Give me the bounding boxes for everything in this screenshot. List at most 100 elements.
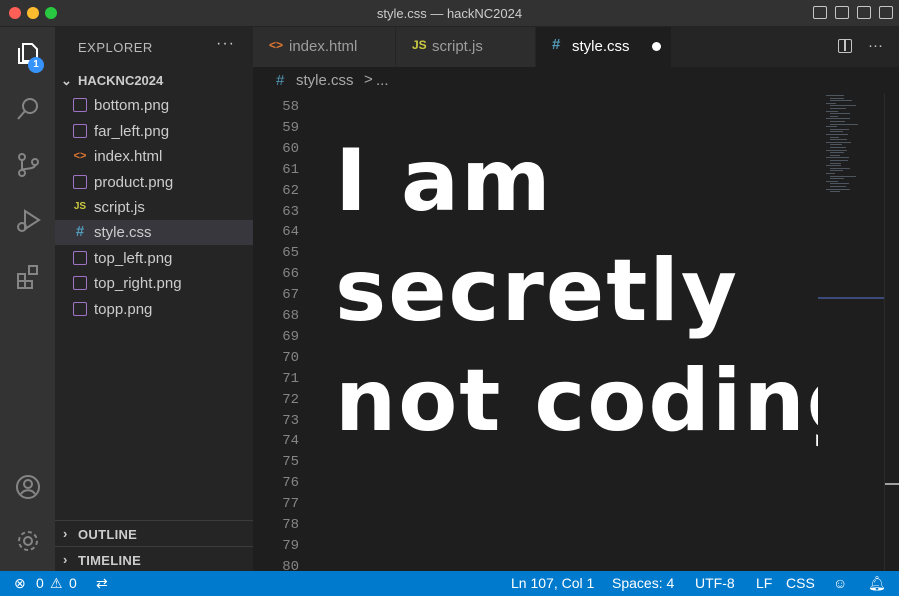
minimap-line <box>830 105 856 107</box>
feedback-icon[interactable]: ☺ <box>833 575 847 591</box>
code-editor[interactable]: 58 59 60 61 62 63 64 65 66 67 68 69 70 71 72 73 74 75 76 77… <box>253 93 818 571</box>
breadcrumb: # style.css > ... <box>253 67 899 93</box>
file-item[interactable]: topp.png <box>55 297 253 322</box>
file-item[interactable]: <> index.html <box>55 144 253 169</box>
file-item[interactable]: JS script.js <box>55 195 253 220</box>
minimap-line <box>830 131 843 133</box>
line-number: 68 <box>282 308 299 324</box>
minimap-line <box>826 173 835 174</box>
run-debug-icon <box>16 209 41 232</box>
error-count[interactable]: 0 <box>36 575 44 591</box>
live-share-icon[interactable]: ⇄ <box>96 575 108 592</box>
image-file-icon <box>73 124 87 138</box>
search-activity-button[interactable] <box>0 85 55 133</box>
minimap-line <box>830 121 845 122</box>
breadcrumb-symbols[interactable]: ... <box>376 72 389 89</box>
split-editor-icon[interactable] <box>838 38 852 53</box>
js-file-icon: JS <box>73 201 87 212</box>
line-number: 62 <box>282 182 299 199</box>
line-number: 69 <box>282 328 299 345</box>
tab-label: index.html <box>289 38 358 55</box>
tab-script-js[interactable]: JS script.js <box>396 27 536 67</box>
editor-tab-bar: <> index.html JS script.js # style.css ·… <box>253 27 899 67</box>
end-of-line[interactable]: LF <box>756 575 772 591</box>
manage-activity-button[interactable] <box>0 517 55 565</box>
tab-label: script.js <box>432 38 483 55</box>
extensions-activity-button[interactable] <box>0 253 55 301</box>
activity-bar: 1 <box>0 27 55 571</box>
gear-icon <box>17 531 38 551</box>
js-file-icon: JS <box>412 38 427 52</box>
outline-section[interactable]: › OUTLINE <box>55 520 253 546</box>
editor-actions: ··· <box>838 37 883 54</box>
image-file-icon <box>73 276 87 290</box>
breadcrumb-file[interactable]: style.css <box>296 72 354 89</box>
customize-layout-icon[interactable] <box>879 6 893 19</box>
toggle-sidebar-icon[interactable] <box>813 6 827 19</box>
toggle-panel-icon[interactable] <box>835 6 849 19</box>
minimap-line <box>830 186 846 187</box>
chevron-right-icon: › <box>63 526 68 541</box>
workspace-folder[interactable]: ⌄ HACKNC2024 <box>55 69 253 91</box>
file-item[interactable]: product.png <box>55 170 253 195</box>
explorer-activity-button[interactable]: 1 <box>0 29 55 77</box>
file-item[interactable]: top_left.png <box>55 246 253 271</box>
chevron-down-icon: ⌄ <box>61 73 72 88</box>
cursor-position[interactable]: Ln 107, Col 1 <box>511 575 594 591</box>
warning-count[interactable]: 0 <box>69 575 77 591</box>
unsaved-dot-icon[interactable] <box>652 42 661 51</box>
more-actions-button[interactable]: ··· <box>216 35 235 53</box>
minimap-line <box>830 108 846 109</box>
minimap-line <box>830 152 844 154</box>
image-file-icon <box>73 98 87 112</box>
file-item[interactable]: top_right.png <box>55 271 253 296</box>
more-actions-icon[interactable]: ··· <box>868 37 883 54</box>
toggle-secondary-sidebar-icon[interactable] <box>857 6 871 19</box>
minimap[interactable] <box>818 93 884 571</box>
run-debug-activity-button[interactable] <box>0 197 55 245</box>
file-name: bottom.png <box>94 97 170 114</box>
window-title: style.css — hackNC2024 <box>376 6 523 21</box>
timeline-section[interactable]: › TIMELINE <box>55 546 253 572</box>
tab-label: style.css <box>572 38 630 55</box>
minimap-line <box>830 175 856 177</box>
minimap-line <box>826 157 849 159</box>
encoding[interactable]: UTF-8 <box>695 575 735 591</box>
minimap-line <box>826 141 851 143</box>
file-name: style.css <box>94 224 152 241</box>
line-number: 58 <box>282 99 299 115</box>
minimap-line <box>826 188 850 190</box>
minimap-line <box>830 123 858 125</box>
explorer-sidebar: EXPLORER ··· ⌄ HACKNC2024 bottom.png far… <box>55 27 253 571</box>
file-item-active[interactable]: # style.css <box>55 220 253 245</box>
explorer-badge: 1 <box>28 57 44 73</box>
minimap-line <box>826 149 847 151</box>
source-control-activity-button[interactable] <box>0 141 55 189</box>
folder-name: HACKNC2024 <box>78 73 164 88</box>
line-number: 61 <box>282 161 299 178</box>
indentation[interactable]: Spaces: 4 <box>612 575 674 591</box>
vertical-scrollbar[interactable] <box>884 93 899 571</box>
status-bar: ⊗ 0 ⚠ 0 ⇄ Ln 107, Col 1 Spaces: 4 UTF-8 … <box>0 571 899 596</box>
minimap-line <box>830 167 850 169</box>
minimap-line <box>830 115 838 117</box>
language-mode[interactable]: CSS <box>786 575 815 591</box>
extensions-icon <box>16 265 38 289</box>
notifications-bell-icon[interactable]: 🔔︎ <box>868 575 886 592</box>
minimap-line <box>826 118 850 120</box>
section-title: OUTLINE <box>78 527 138 542</box>
line-number: 59 <box>282 119 299 136</box>
minimap-line <box>830 144 842 146</box>
tab-style-css[interactable]: # style.css <box>536 27 672 67</box>
account-icon <box>15 475 40 499</box>
warning-icon[interactable]: ⚠ <box>50 575 63 592</box>
file-item[interactable]: far_left.png <box>55 119 253 144</box>
tab-index-html[interactable]: <> index.html <box>253 27 396 67</box>
file-item[interactable]: bottom.png <box>55 93 253 118</box>
accounts-activity-button[interactable] <box>0 463 55 511</box>
layout-controls <box>813 6 893 19</box>
line-number: 80 <box>282 558 299 571</box>
minimap-slider[interactable] <box>818 297 884 299</box>
errors-icon[interactable]: ⊗ <box>14 575 26 592</box>
minimap-line <box>830 147 846 148</box>
